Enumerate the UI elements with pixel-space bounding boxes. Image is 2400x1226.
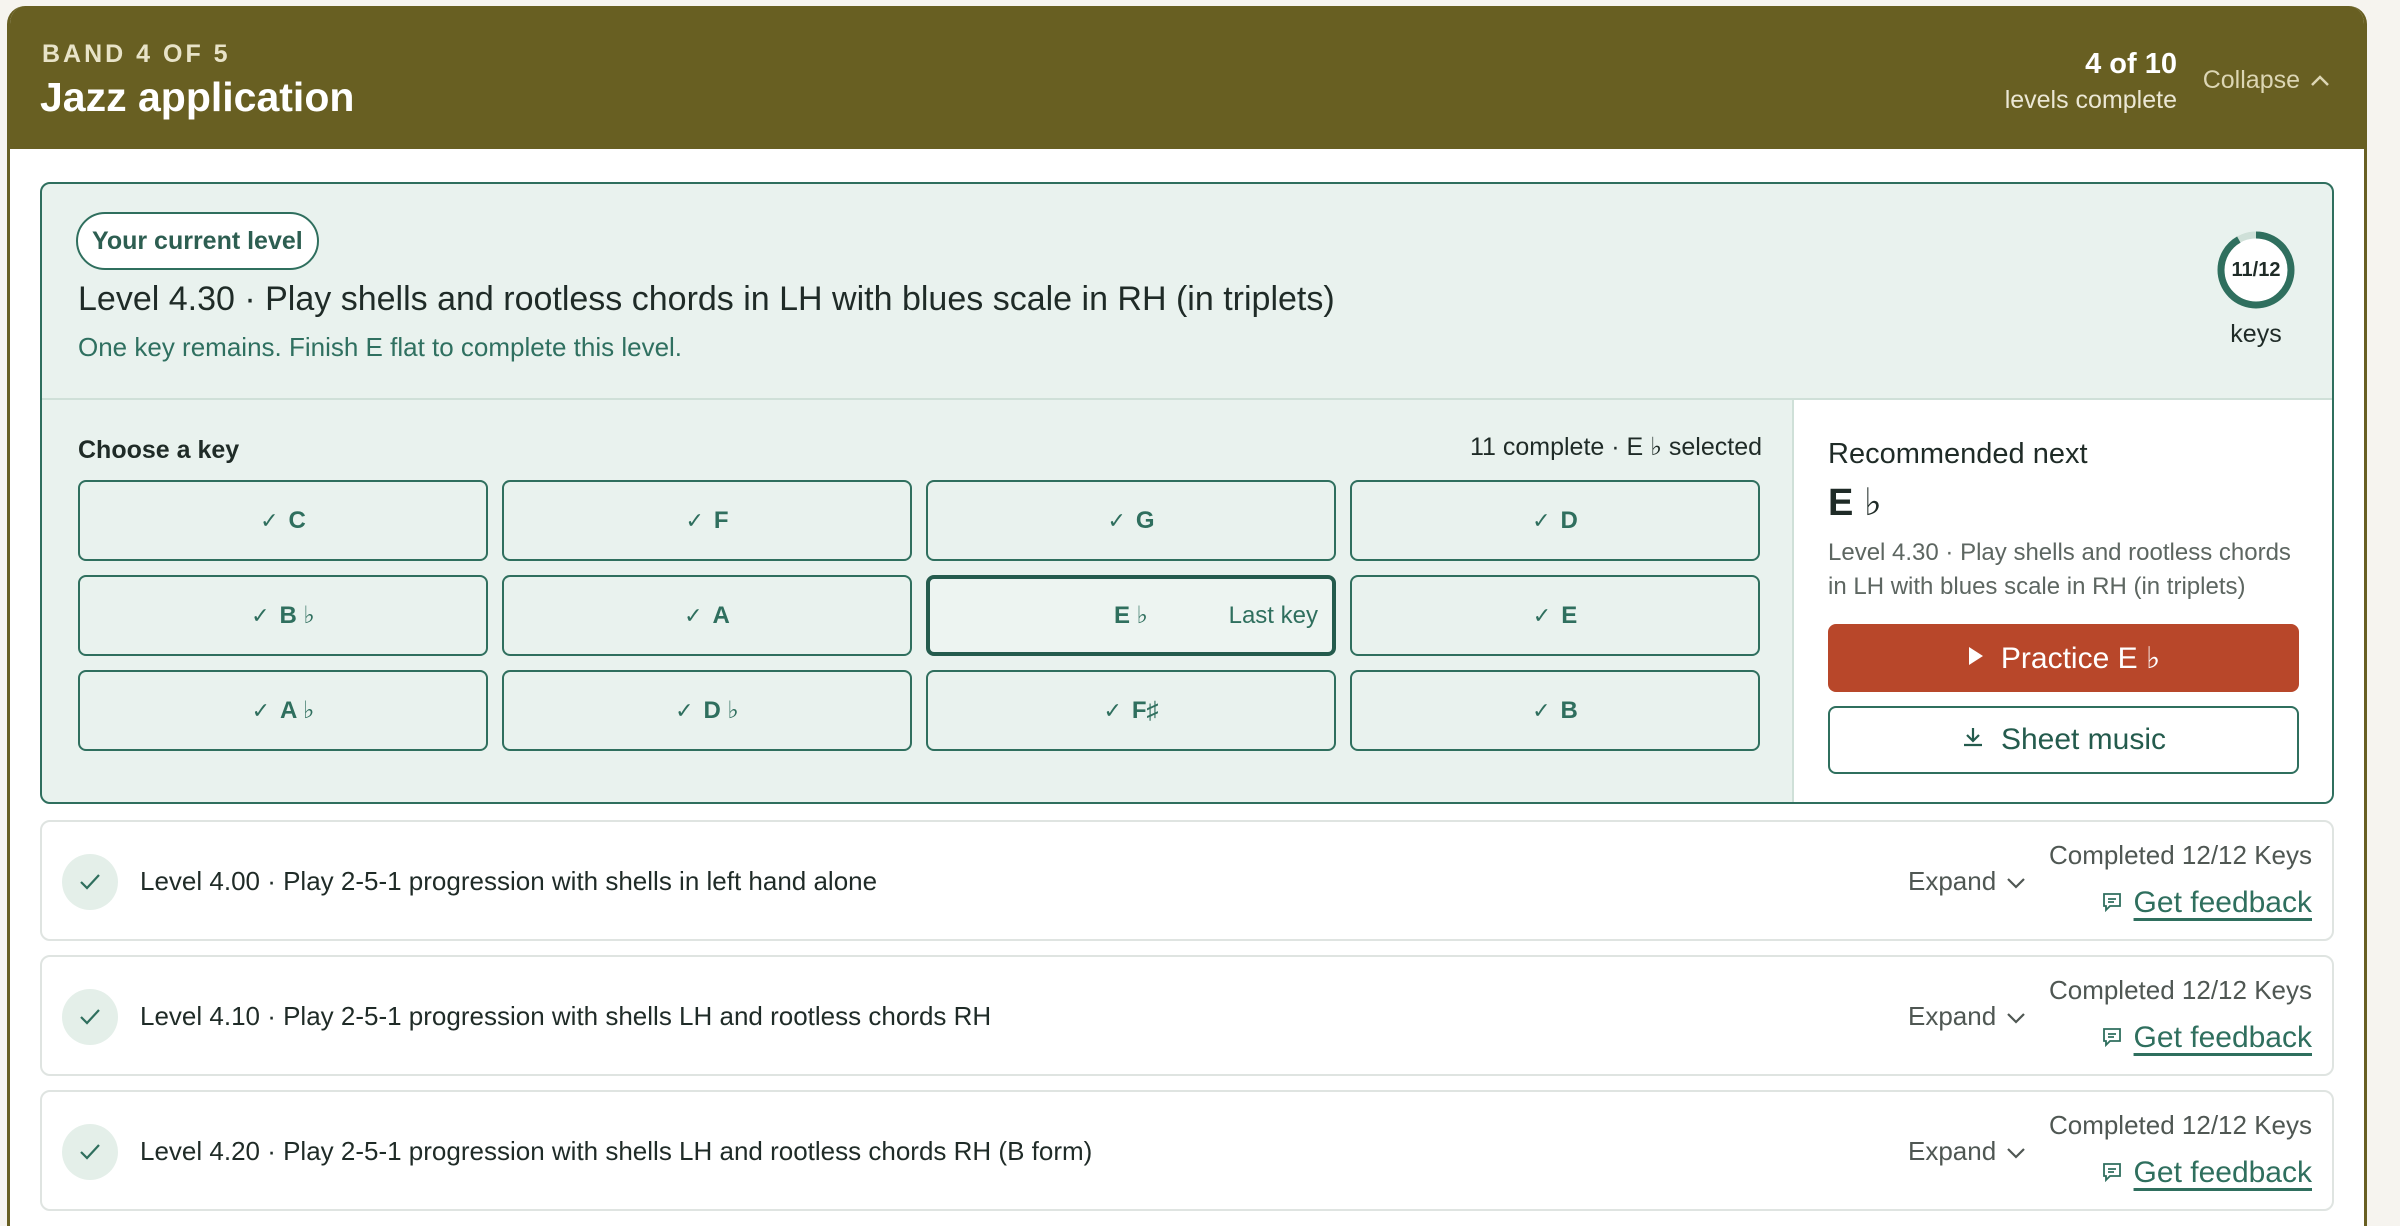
key-button-g[interactable]: ✓ G (926, 480, 1336, 561)
check-icon: ✓ (685, 507, 704, 533)
check-icon: ✓ (260, 507, 279, 533)
band-title: Jazz application (40, 74, 355, 120)
check-icon: ✓ (1107, 507, 1126, 533)
key-button-e-flat[interactable]: E ♭ Last key (926, 575, 1336, 656)
completed-level-title: Level 4.10 · Play 2-5-1 progression with… (140, 1001, 992, 1031)
play-icon (1967, 641, 1985, 675)
get-feedback-label: Get feedback (2133, 1156, 2312, 1189)
key-label: F (713, 506, 729, 534)
check-icon: ✓ (1532, 697, 1551, 723)
expand-label: Expand (1908, 1136, 1997, 1166)
band-header: BAND 4 OF 5 Jazz application 4 of 10 lev… (10, 6, 2364, 149)
ring-count: 11/12 (2231, 259, 2281, 281)
key-button-f-sharp[interactable]: ✓ F♯ (926, 670, 1336, 751)
chevron-down-icon (2006, 1001, 2026, 1032)
sheet-music-button[interactable]: Sheet music (1828, 706, 2299, 774)
chevron-down-icon (2006, 1136, 2026, 1167)
key-button-a-flat[interactable]: ✓ A ♭ (78, 670, 488, 751)
completed-level-title: Level 4.00 · Play 2-5-1 progression with… (140, 866, 878, 896)
get-feedback-label: Get feedback (2133, 886, 2312, 919)
chevron-down-icon (2006, 866, 2026, 897)
practice-button[interactable]: Practice E ♭ (1828, 624, 2299, 692)
check-icon: ✓ (251, 602, 270, 628)
band-panel: BAND 4 OF 5 Jazz application 4 of 10 lev… (7, 6, 2367, 1226)
check-icon (62, 989, 118, 1045)
key-label: G (1135, 506, 1155, 534)
choose-key-status: 11 complete · E ♭ selected (1469, 433, 1762, 461)
completed-level-row: Level 4.20 · Play 2-5-1 progression with… (40, 1090, 2334, 1211)
recommended-description: Level 4.30 · Play shells and rootless ch… (1828, 539, 2291, 600)
get-feedback-label: Get feedback (2133, 1021, 2312, 1054)
practice-label: Practice E ♭ (2000, 641, 2161, 675)
key-label: E ♭ (1114, 602, 1148, 629)
completed-status: Completed 12/12 Keys (2048, 975, 2312, 1005)
keys-progress-ring: 11/12 keys (2216, 230, 2296, 349)
chevron-up-icon (2310, 66, 2330, 95)
check-icon (62, 854, 118, 910)
levels-complete-count: 4 of 10 (2085, 48, 2177, 80)
key-grid: ✓ C ✓ F ✓ G ✓ D ✓ B ♭ ✓ A E ♭ Last key ✓ E ✓ A ♭ … (78, 480, 1762, 751)
key-label: D ♭ (703, 697, 739, 724)
key-label: A ♭ (280, 697, 315, 724)
completed-status: Completed 12/12 Keys (2048, 840, 2312, 870)
check-icon: ✓ (1532, 507, 1551, 533)
key-button-a[interactable]: ✓ A (502, 575, 912, 656)
check-icon (62, 1124, 118, 1180)
current-level-pill: Your current level (76, 212, 319, 270)
expand-button[interactable]: Expand (1908, 866, 2026, 897)
key-label: C (288, 506, 306, 534)
completed-level-row: Level 4.10 · Play 2-5-1 progression with… (40, 955, 2334, 1076)
current-level-hint: One key remains. Finish E flat to comple… (78, 332, 683, 362)
completed-status: Completed 12/12 Keys (2048, 1110, 2312, 1140)
expand-label: Expand (1908, 866, 1997, 896)
recommended-key: E ♭ (1828, 482, 1882, 524)
get-feedback-link[interactable]: Get feedback (2102, 1021, 2312, 1055)
collapse-button[interactable]: Collapse (2203, 66, 2330, 95)
get-feedback-link[interactable]: Get feedback (2102, 886, 2312, 920)
comment-icon (2102, 1021, 2122, 1055)
comment-icon (2102, 1156, 2122, 1190)
key-button-c[interactable]: ✓ C (78, 480, 488, 561)
key-label: D (1560, 506, 1578, 534)
current-level-card: Your current level Level 4.30 · Play she… (40, 182, 2334, 804)
check-icon: ✓ (684, 602, 703, 628)
key-chooser: Choose a key 11 complete · E ♭ selected … (42, 398, 1796, 802)
check-icon: ✓ (251, 697, 270, 723)
check-icon: ✓ (1103, 697, 1122, 723)
check-icon: ✓ (1532, 602, 1552, 628)
comment-icon (2102, 886, 2122, 920)
key-button-d[interactable]: ✓ D (1350, 480, 1760, 561)
choose-key-label: Choose a key (78, 436, 240, 464)
download-icon (1961, 723, 1985, 757)
key-label: F♯ (1131, 696, 1159, 724)
get-feedback-link[interactable]: Get feedback (2102, 1156, 2312, 1190)
recommended-label: Recommended next (1828, 438, 2088, 470)
expand-button[interactable]: Expand (1908, 1136, 2026, 1167)
current-level-title: Level 4.30 · Play shells and rootless ch… (78, 280, 1335, 318)
key-label: A (712, 601, 730, 629)
key-button-f[interactable]: ✓ F (502, 480, 912, 561)
expand-button[interactable]: Expand (1908, 1001, 2026, 1032)
key-button-e[interactable]: ✓ E (1350, 575, 1760, 656)
key-button-b-flat[interactable]: ✓ B ♭ (78, 575, 488, 656)
recommended-next-panel: Recommended next E ♭ Level 4.30 · Play s… (1792, 398, 2332, 802)
key-label: B ♭ (279, 602, 315, 629)
key-label: B (1560, 696, 1578, 724)
levels-complete-label: levels complete (2004, 86, 2177, 114)
completed-level-row: Level 4.00 · Play 2-5-1 progression with… (40, 820, 2334, 941)
last-key-tag: Last key (1228, 601, 1318, 629)
collapse-label: Collapse (2202, 66, 2300, 94)
key-label: E (1561, 601, 1578, 629)
key-button-b[interactable]: ✓ B (1350, 670, 1760, 751)
expand-label: Expand (1908, 1001, 1997, 1031)
sheet-music-label: Sheet music (2000, 723, 2167, 756)
key-button-d-flat[interactable]: ✓ D ♭ (502, 670, 912, 751)
ring-label: keys (2230, 320, 2282, 348)
check-icon: ✓ (675, 697, 694, 723)
completed-level-title: Level 4.20 · Play 2-5-1 progression with… (140, 1136, 1093, 1166)
band-eyebrow: BAND 4 OF 5 (42, 40, 231, 68)
